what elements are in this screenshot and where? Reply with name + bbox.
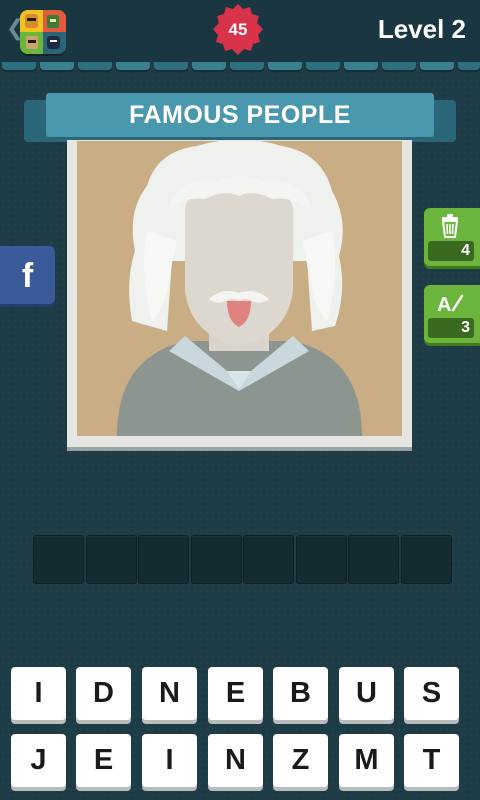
top-bar-strip	[0, 62, 480, 72]
letter-key[interactable]: J	[11, 734, 66, 787]
puzzle-image-frame	[67, 137, 412, 447]
level-menu-icon[interactable]	[20, 10, 66, 54]
letter-key[interactable]: I	[11, 667, 66, 720]
answer-slot[interactable]	[86, 535, 137, 584]
answer-slot[interactable]	[191, 535, 242, 584]
answer-slot[interactable]	[401, 535, 452, 584]
letter-key[interactable]: N	[208, 734, 263, 787]
category-title: FAMOUS PEOPLE	[129, 101, 351, 129]
letter-key[interactable]: T	[404, 734, 459, 787]
remove-letters-count: 4	[428, 241, 474, 261]
answer-slot[interactable]	[243, 535, 294, 584]
answer-slot[interactable]	[348, 535, 399, 584]
reveal-letter-hint-button[interactable]: A 3	[424, 285, 480, 343]
reveal-letter-icon: A	[437, 294, 464, 316]
facebook-icon: f	[21, 257, 34, 295]
answer-slot[interactable]	[296, 535, 347, 584]
trash-icon	[441, 214, 459, 238]
level-label: Level 2	[377, 14, 466, 44]
letter-key[interactable]: M	[339, 734, 394, 787]
answer-slot[interactable]	[33, 535, 84, 584]
letter-key[interactable]: B	[273, 667, 328, 720]
remove-letters-hint-button[interactable]: 4	[424, 208, 480, 266]
letter-key[interactable]: Z	[273, 734, 328, 787]
coin-count: 45	[228, 20, 248, 39]
letter-key[interactable]: S	[404, 667, 459, 720]
facebook-share-button[interactable]: f	[0, 246, 55, 304]
letter-key[interactable]: I	[142, 734, 197, 787]
coin-counter: 45	[211, 3, 265, 57]
svg-text:A: A	[437, 294, 451, 316]
top-bar: ❮ 45 Level 2	[0, 0, 480, 62]
puzzle-portrait-image	[77, 141, 402, 436]
letter-key[interactable]: E	[208, 667, 263, 720]
letter-key[interactable]: U	[339, 667, 394, 720]
answer-slots	[33, 535, 453, 584]
letter-key[interactable]: E	[76, 734, 131, 787]
answer-slot[interactable]	[138, 535, 189, 584]
reveal-letter-count: 3	[428, 318, 474, 338]
category-banner: FAMOUS PEOPLE	[46, 93, 434, 137]
letter-key[interactable]: D	[76, 667, 131, 720]
letter-key[interactable]: N	[142, 667, 197, 720]
